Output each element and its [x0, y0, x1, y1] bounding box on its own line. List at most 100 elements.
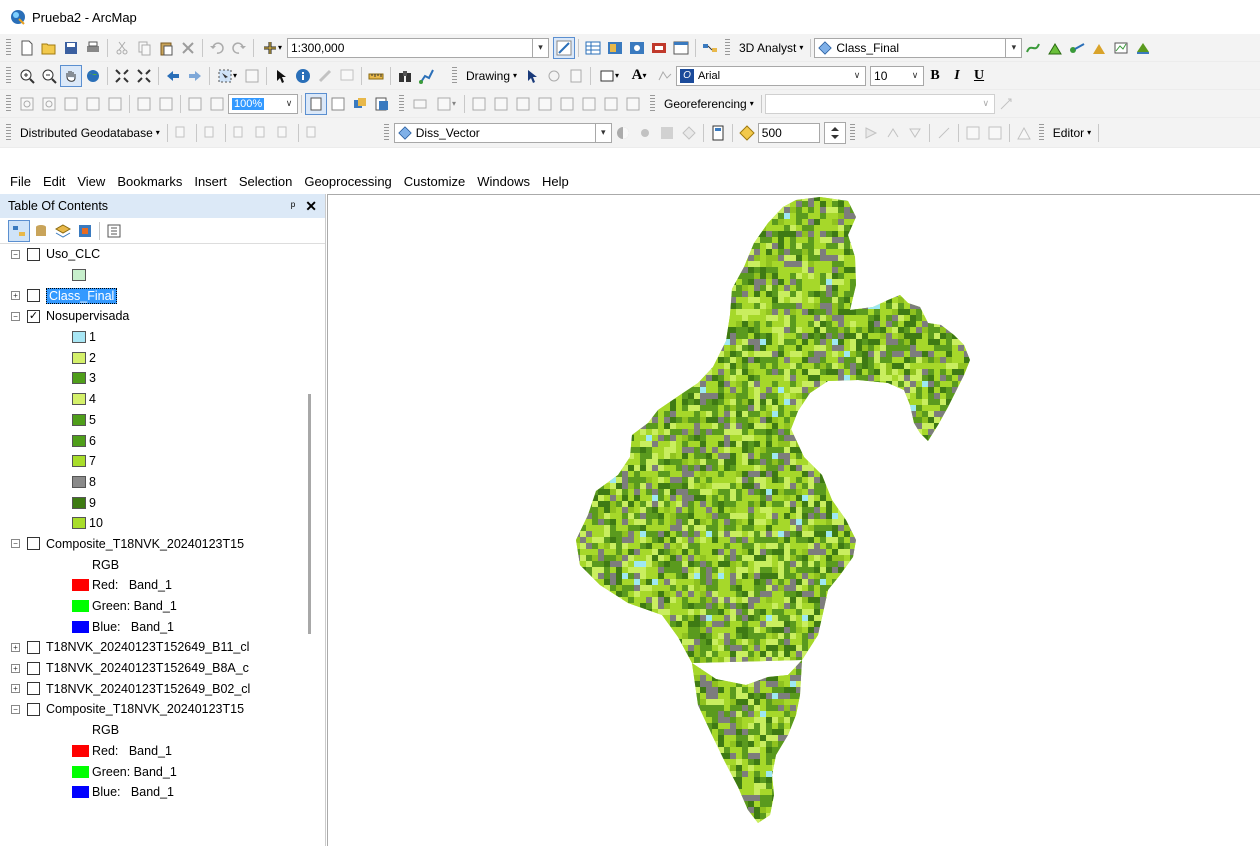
list-by-selection-icon[interactable]	[74, 220, 96, 242]
layer-visibility-checkbox[interactable]	[27, 289, 40, 303]
steepest-path-icon[interactable]	[1044, 37, 1066, 59]
target-layer-combo[interactable]: Diss_Vector ▾	[393, 122, 612, 143]
bold-button[interactable]: B	[924, 65, 946, 87]
layer-visibility-checkbox-checked[interactable]: ✓	[27, 309, 40, 323]
georeferencing-menu[interactable]: Georeferencing ▾	[660, 97, 758, 111]
search-window-icon[interactable]	[626, 37, 648, 59]
text-tool-icon[interactable]: A ▾	[624, 65, 654, 87]
layout-100-icon[interactable]	[104, 93, 126, 115]
toolbar-grip[interactable]	[452, 66, 457, 85]
georef-icon-10[interactable]	[622, 93, 644, 115]
replica-icon-2[interactable]	[200, 122, 222, 144]
go-back-extent-icon[interactable]	[184, 93, 206, 115]
edit-tool-3[interactable]	[904, 122, 926, 144]
rectangle-tool-icon[interactable]: ▾	[594, 65, 624, 87]
tolerance-spinner-icon[interactable]	[823, 121, 846, 144]
chevron-down-icon[interactable]: ▾	[594, 123, 611, 142]
clear-selection-icon[interactable]	[241, 65, 263, 87]
georef-icon-3[interactable]	[468, 93, 490, 115]
chevron-down-icon[interactable]: ▾	[532, 38, 548, 57]
list-by-drawing-order-icon[interactable]	[8, 219, 30, 242]
select-features-icon[interactable]: ▾	[213, 65, 241, 87]
drawing-menu[interactable]: Drawing ▾	[462, 69, 521, 83]
menu-edit[interactable]: Edit	[43, 174, 65, 189]
toolbar-grip[interactable]	[6, 38, 11, 57]
replica-icon-6[interactable]	[302, 122, 324, 144]
zoom-in-icon[interactable]	[16, 65, 38, 87]
layer-row-uso-clc[interactable]: − Uso_CLC	[0, 244, 325, 265]
georef-icon-8[interactable]	[578, 93, 600, 115]
calculator-icon[interactable]	[707, 122, 729, 144]
find-binoculars-icon[interactable]	[394, 65, 416, 87]
options-icon[interactable]	[103, 220, 125, 242]
arctoolbox-icon[interactable]	[648, 37, 670, 59]
edit-tool-2[interactable]	[882, 122, 904, 144]
diamond-icon[interactable]	[678, 122, 700, 144]
catalog-icon[interactable]	[604, 37, 626, 59]
layer-row-class-final[interactable]: + Class_Final	[0, 285, 325, 306]
select-arrow-icon[interactable]	[521, 65, 543, 87]
paste-icon[interactable]	[155, 37, 177, 59]
modelbuilder-icon[interactable]	[699, 37, 721, 59]
change-layout-icon[interactable]	[349, 93, 371, 115]
chevron-down-icon[interactable]: ∨	[849, 67, 865, 85]
editor-toolbar-icon[interactable]	[553, 36, 575, 59]
chevron-down-icon[interactable]: ∨	[907, 67, 923, 85]
font-name-combo[interactable]: O Arial ∨	[676, 65, 867, 86]
cut-icon[interactable]	[111, 37, 133, 59]
pan-hand-icon[interactable]	[60, 64, 82, 87]
distributed-geodatabase-menu[interactable]: Distributed Geodatabase ▾	[16, 126, 164, 140]
interpolate-line-icon[interactable]	[1088, 37, 1110, 59]
italic-button[interactable]: I	[946, 65, 968, 87]
georef-layer-combo[interactable]: ∨	[764, 93, 995, 114]
georef-icon-2[interactable]: ▾	[431, 93, 461, 115]
menu-insert[interactable]: Insert	[194, 174, 227, 189]
layer-name-selected[interactable]: Class_Final	[46, 287, 118, 304]
swipe-icon[interactable]	[656, 122, 678, 144]
menu-geoprocessing[interactable]: Geoprocessing	[304, 174, 391, 189]
measure-icon[interactable]	[365, 65, 387, 87]
edit-tool-4[interactable]	[933, 122, 955, 144]
add-data-icon[interactable]: ▾	[257, 37, 287, 59]
copy-icon[interactable]	[133, 37, 155, 59]
forward-arrow-icon[interactable]	[184, 65, 206, 87]
underline-button[interactable]: U	[968, 65, 990, 87]
contrast-icon[interactable]	[612, 122, 634, 144]
identify-icon[interactable]	[292, 65, 314, 87]
collapse-icon[interactable]: −	[11, 539, 20, 549]
arcscene-icon[interactable]	[1132, 37, 1154, 59]
menu-file[interactable]: File	[10, 174, 31, 189]
edit-tool-6[interactable]	[984, 122, 1006, 144]
expand-icon[interactable]: +	[11, 663, 20, 673]
toggle-draft-mode-icon[interactable]	[305, 92, 327, 115]
edit-vertices-icon[interactable]	[654, 65, 676, 87]
layer-visibility-checkbox[interactable]	[27, 702, 40, 716]
font-size-combo[interactable]: 10 ∨	[870, 65, 925, 86]
fixed-zoom-in-layout-icon[interactable]	[133, 93, 155, 115]
layer-visibility-checkbox[interactable]	[27, 682, 40, 696]
list-by-visibility-icon[interactable]	[52, 220, 74, 242]
close-icon[interactable]: ✕	[305, 198, 317, 215]
layer-row-composite[interactable]: − Composite_T18NVK_20240123T15	[0, 534, 325, 555]
expand-icon[interactable]: +	[11, 642, 20, 652]
hyperlink-icon[interactable]	[314, 65, 336, 87]
layout-pan-icon[interactable]	[60, 93, 82, 115]
menu-customize[interactable]: Customize	[404, 174, 465, 189]
snapping-tolerance-icon[interactable]	[736, 122, 758, 144]
georef-icon-5[interactable]	[512, 93, 534, 115]
replica-icon-4[interactable]	[251, 122, 273, 144]
toolbar-grip[interactable]	[650, 94, 655, 113]
profile-graph-icon[interactable]	[1110, 37, 1132, 59]
menu-help[interactable]: Help	[542, 174, 569, 189]
layer-row-b8a[interactable]: + T18NVK_20240123T152649_B8A_c	[0, 658, 325, 679]
toolbar-grip[interactable]	[6, 94, 11, 113]
zoom-whole-page-icon[interactable]	[565, 65, 587, 87]
tolerance-input[interactable]: 500	[757, 122, 820, 143]
toolbar-grip[interactable]	[725, 38, 730, 57]
rotate-icon[interactable]	[543, 65, 565, 87]
zoom-out-icon[interactable]	[38, 65, 60, 87]
go-forward-extent-icon[interactable]	[206, 93, 228, 115]
3d-analyst-menu[interactable]: 3D Analyst ▾	[735, 41, 807, 55]
toc-scrollbar[interactable]	[308, 394, 311, 634]
menu-bookmarks[interactable]: Bookmarks	[117, 174, 182, 189]
